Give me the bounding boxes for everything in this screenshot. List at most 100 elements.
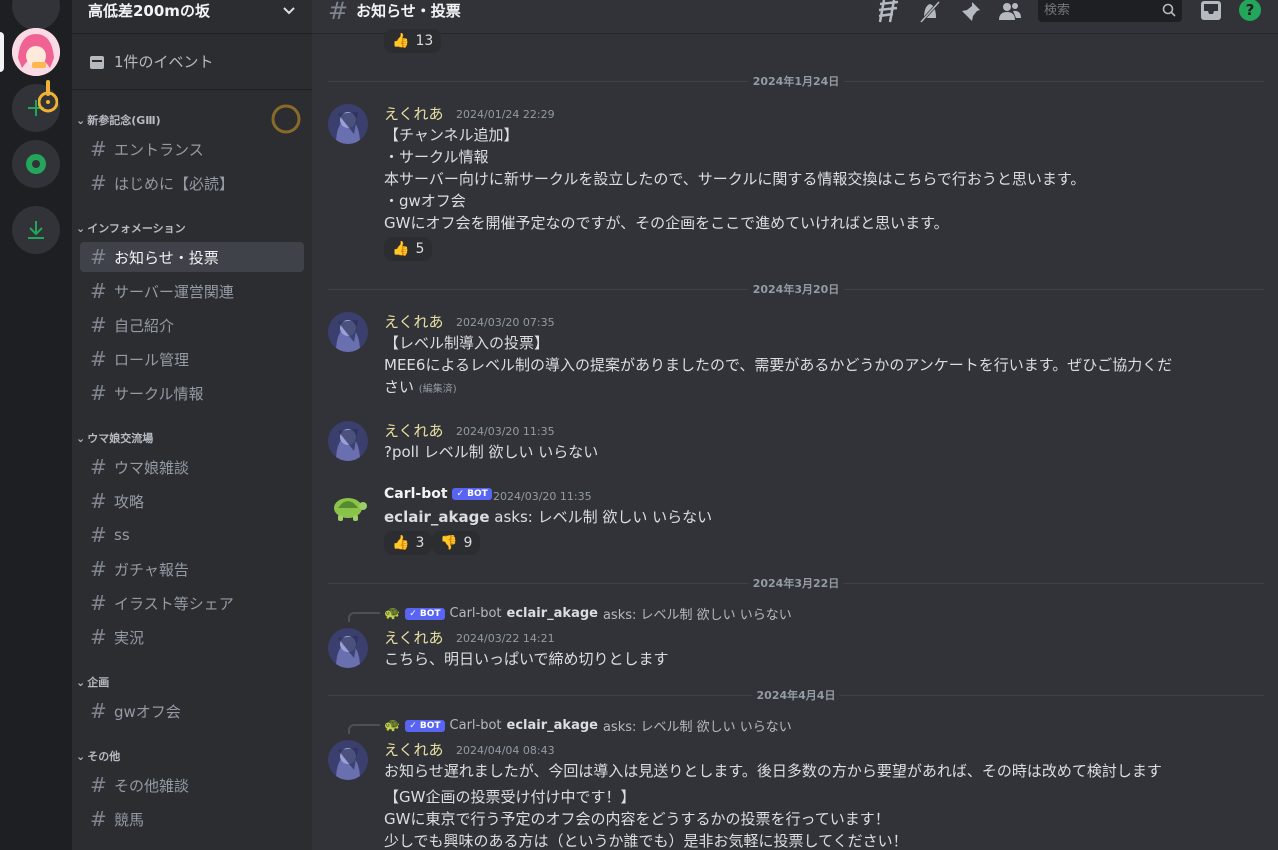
reply-preview[interactable]: 🐢 ✓ BOT Carl-bot eclair_akage asks: レベル制… bbox=[384, 716, 792, 735]
message-timestamp: 2024/03/20 11:35 bbox=[493, 490, 592, 503]
date-divider: 2024年1月24日 bbox=[328, 73, 1264, 89]
message-line: GWにオフ会を開催予定なのですが、その企画をここで進めていければと思います。 bbox=[384, 214, 949, 232]
category-uma[interactable]: ⌄ ウマ娘交流場 bbox=[76, 430, 153, 446]
user-avatar-icon bbox=[328, 104, 368, 144]
message-timestamp: 2024/03/20 07:35 bbox=[456, 316, 555, 329]
channel-uma-zatsudan[interactable]: # ウマ娘雑談 bbox=[80, 452, 304, 482]
hash-icon: # bbox=[90, 313, 107, 337]
members-icon[interactable] bbox=[998, 0, 1022, 24]
hash-icon: # bbox=[90, 381, 107, 405]
help-icon[interactable]: ? bbox=[1238, 0, 1262, 22]
message-author[interactable]: えくれあ bbox=[384, 103, 444, 124]
message-author[interactable]: えくれあ bbox=[384, 420, 444, 441]
chevron-down-icon: ⌄ bbox=[76, 113, 86, 127]
inbox-icon[interactable] bbox=[1200, 0, 1222, 22]
message-author[interactable]: Carl-bot ✓ BOT bbox=[384, 486, 492, 502]
hash-icon: # bbox=[90, 347, 107, 371]
channel-role[interactable]: # ロール管理 bbox=[80, 344, 304, 374]
svg-text:?: ? bbox=[1246, 1, 1255, 19]
hash-icon: # bbox=[90, 773, 107, 797]
message-author[interactable]: えくれあ bbox=[384, 627, 444, 648]
message-line: ?poll レベル制 欲しい いらない bbox=[384, 443, 599, 461]
hash-icon: # bbox=[90, 625, 107, 649]
edited-label: (編集済) bbox=[418, 384, 457, 395]
message-line: ・サークル情報 bbox=[384, 148, 489, 166]
message-author[interactable]: えくれあ bbox=[384, 311, 444, 332]
channel-keiba[interactable]: # 競馬 bbox=[80, 804, 304, 834]
download-icon bbox=[28, 221, 44, 239]
guild-header[interactable]: 高低差200mの坂 bbox=[72, 0, 312, 34]
hash-icon: # bbox=[90, 557, 107, 581]
channel-title: お知らせ・投票 bbox=[356, 2, 461, 20]
reaction-thumbs-down[interactable]: 👎 9 bbox=[432, 531, 481, 555]
message-line: お知らせ遅れましたが、今回は導入は見送りとします。後日多数の方から要望があれば、… bbox=[384, 762, 1162, 780]
channel-hajimeni[interactable]: # はじめに【必読】 bbox=[80, 168, 304, 198]
category-information[interactable]: ⌄ インフォメーション bbox=[76, 220, 186, 236]
hash-icon: # bbox=[90, 523, 107, 547]
calendar-icon bbox=[90, 55, 104, 69]
message-line: 【GW企画の投票受け付け中です！】 bbox=[384, 788, 636, 806]
events-button[interactable]: 1件のイベント bbox=[72, 34, 312, 90]
channel-jikoshoukai[interactable]: # 自己紹介 bbox=[80, 310, 304, 340]
search-input[interactable] bbox=[1044, 2, 1154, 18]
mute-bell-icon[interactable] bbox=[918, 0, 942, 24]
reaction-thumbs-up[interactable]: 👍 3 bbox=[384, 531, 433, 555]
channel-header: # お知らせ・投票 ? bbox=[312, 0, 1278, 34]
hash-icon: # bbox=[90, 279, 107, 303]
message-author[interactable]: えくれあ bbox=[384, 739, 444, 760]
threads-icon[interactable] bbox=[876, 0, 902, 24]
channel-illust[interactable]: # イラスト等シェア bbox=[80, 588, 304, 618]
message-line: 【レベル制導入の投票】 bbox=[384, 334, 550, 352]
hash-icon: # bbox=[90, 489, 107, 513]
thumbs-up-icon: 👍 bbox=[392, 33, 410, 49]
avatar[interactable] bbox=[328, 628, 368, 668]
reply-preview[interactable]: 🐢 ✓ BOT Carl-bot eclair_akage asks: レベル制… bbox=[384, 604, 792, 623]
avatar[interactable] bbox=[328, 104, 368, 144]
category-sonota[interactable]: ⌄ その他 bbox=[76, 748, 120, 764]
reaction-count: 9 bbox=[463, 535, 473, 551]
avatar[interactable] bbox=[328, 486, 368, 526]
category-shinsan[interactable]: ⌄ 新参記念(GⅢ) bbox=[76, 112, 161, 128]
add-server-button[interactable] bbox=[12, 80, 60, 132]
avatar[interactable] bbox=[328, 740, 368, 780]
mention-user[interactable]: eclair_akage bbox=[384, 508, 490, 526]
channel-circle[interactable]: # サークル情報 bbox=[80, 378, 304, 408]
channel-sonota-zatsudan[interactable]: # その他雑談 bbox=[80, 770, 304, 800]
chevron-down-icon: ⌄ bbox=[76, 221, 86, 235]
avatar[interactable] bbox=[328, 421, 368, 461]
reaction-thumbs-up[interactable]: 👍 5 bbox=[384, 237, 433, 261]
message-line: 【チャンネル追加】 bbox=[384, 126, 519, 144]
date-divider: 2024年4月4日 bbox=[328, 687, 1264, 703]
channel-entrance[interactable]: # エントランス bbox=[80, 134, 304, 164]
channel-kouryaku[interactable]: # 攻略 bbox=[80, 486, 304, 516]
selected-server-pill bbox=[0, 32, 4, 72]
avatar[interactable] bbox=[328, 312, 368, 352]
download-apps-button[interactable] bbox=[12, 206, 60, 254]
hash-icon: # bbox=[90, 245, 107, 269]
server-icon-current[interactable] bbox=[12, 28, 60, 76]
message-line: ・gwオフ会 bbox=[384, 192, 466, 210]
user-avatar-icon bbox=[328, 312, 368, 352]
channel-server-unei[interactable]: # サーバー運営関連 bbox=[80, 276, 304, 306]
channel-gacha[interactable]: # ガチャ報告 bbox=[80, 554, 304, 584]
chevron-down-icon: ⌄ bbox=[76, 431, 86, 445]
channel-gw-offkai[interactable]: # gwオフ会 bbox=[80, 696, 304, 726]
channel-oshirase[interactable]: # お知らせ・投票 bbox=[80, 242, 304, 272]
reaction-thumbs-up[interactable]: 👍 13 bbox=[384, 29, 442, 53]
pin-icon[interactable] bbox=[958, 0, 982, 24]
alert-icon bbox=[38, 80, 58, 113]
channel-jikkyou[interactable]: # 実況 bbox=[80, 622, 304, 652]
search-box[interactable] bbox=[1038, 0, 1182, 22]
reaction-count: 13 bbox=[415, 33, 434, 49]
date-divider: 2024年3月22日 bbox=[328, 575, 1264, 591]
turtle-icon: 🐢 bbox=[384, 718, 401, 733]
server-icon-top[interactable] bbox=[12, 0, 60, 30]
category-kikaku[interactable]: ⌄ 企画 bbox=[76, 674, 109, 690]
events-label: 1件のイベント bbox=[114, 53, 214, 71]
reaction-count: 5 bbox=[415, 241, 425, 257]
message-line: こちら、明日いっぱいで締め切りとします bbox=[384, 650, 669, 668]
channel-ss[interactable]: # ss bbox=[80, 520, 304, 550]
message-timestamp: 2024/01/24 22:29 bbox=[456, 108, 555, 121]
hash-icon: # bbox=[90, 171, 107, 195]
explore-button[interactable] bbox=[12, 140, 60, 188]
